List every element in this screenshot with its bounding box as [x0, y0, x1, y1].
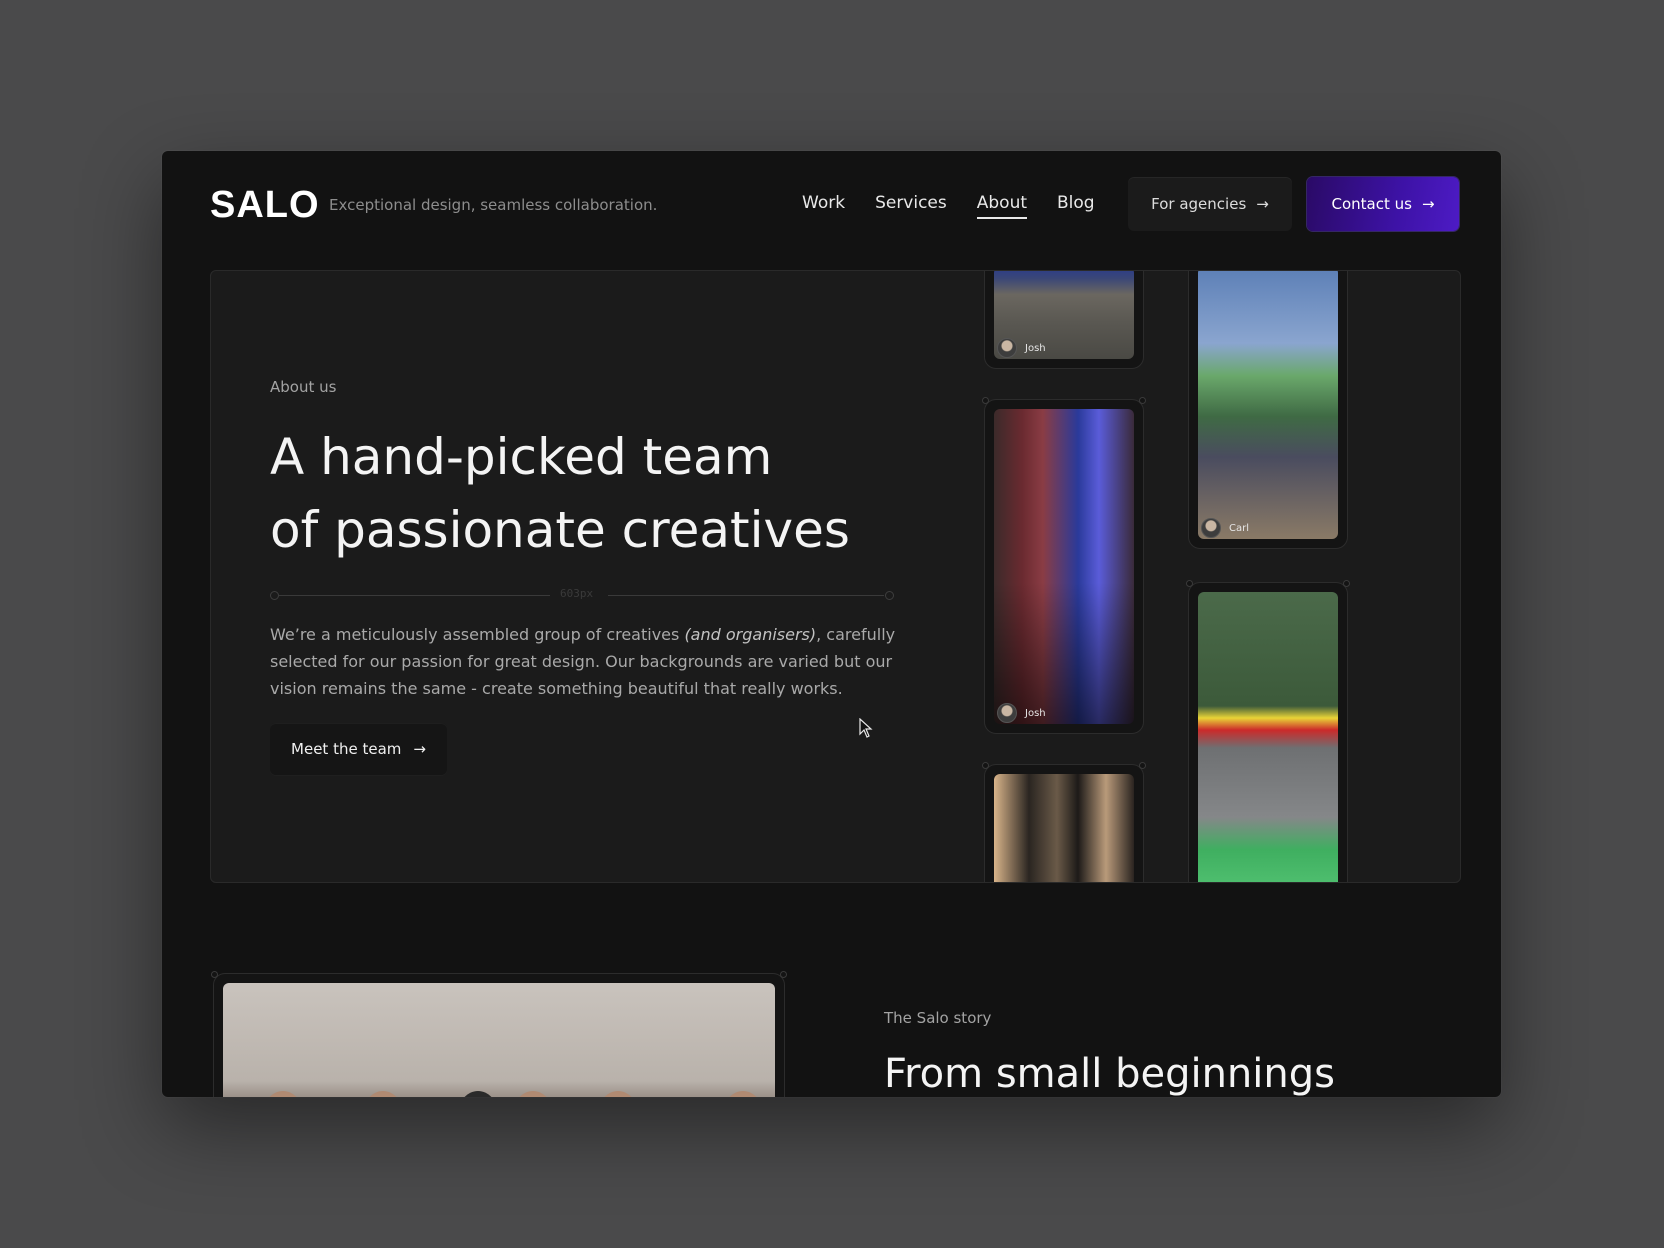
meet-the-team-button[interactable]: Meet the team → [270, 723, 447, 775]
nav-work[interactable]: Work [802, 193, 845, 219]
about-hero-card: About us A hand-picked team of passionat… [210, 270, 1461, 883]
width-ruler: 603px [270, 587, 894, 601]
photo-author-name: Carl [1229, 522, 1249, 534]
team-group-photo [223, 983, 775, 1097]
hero-title: A hand-picked team of passionate creativ… [270, 421, 910, 567]
team-group-photo-card [211, 971, 787, 1097]
main-nav: Work Services About Blog [802, 193, 1095, 219]
contact-us-label: Contact us [1331, 195, 1412, 213]
photo-caption: Carl [1201, 518, 1249, 538]
avatar [997, 338, 1017, 358]
for-agencies-button[interactable]: For agencies → [1128, 177, 1292, 231]
for-agencies-label: For agencies [1151, 195, 1247, 213]
team-photo-card[interactable] [982, 762, 1146, 882]
nav-about[interactable]: About [976, 193, 1028, 219]
team-photo-card[interactable]: Josh [982, 397, 1146, 734]
story-eyebrow: The Salo story [884, 1009, 992, 1027]
tagline: Exceptional design, seamless collaborati… [329, 196, 658, 214]
photo-caption: Josh [997, 338, 1046, 358]
team-photo [1198, 271, 1338, 539]
hero-description: We’re a meticulously assembled group of … [270, 621, 910, 702]
team-photo [994, 409, 1134, 724]
hero-description-emphasis: (and organisers) [684, 625, 817, 644]
contact-us-button[interactable]: Contact us → [1307, 177, 1459, 231]
arrow-right-icon: → [1256, 195, 1269, 213]
hero-description-text: We’re a meticulously assembled group of … [270, 625, 685, 644]
photo-author-name: Josh [1025, 707, 1046, 719]
story-title: From small beginnings [884, 1051, 1335, 1097]
mouse-cursor-icon [859, 718, 873, 738]
arrow-right-icon: → [1421, 195, 1435, 213]
nav-services[interactable]: Services [875, 193, 947, 219]
team-photo [1198, 592, 1338, 882]
team-photo-card[interactable]: Josh [984, 271, 1144, 369]
logo[interactable]: SALO [210, 184, 320, 227]
arrow-right-icon: → [413, 740, 426, 758]
avatar [997, 703, 1017, 723]
hero-title-line-2: of passionate creatives [270, 501, 850, 559]
hero-title-line-1: A hand-picked team [270, 428, 773, 486]
nav-blog[interactable]: Blog [1057, 193, 1095, 219]
avatar [1201, 518, 1221, 538]
browser-window: SALO Exceptional design, seamless collab… [162, 151, 1501, 1097]
meet-the-team-label: Meet the team [291, 740, 402, 758]
team-photo-card[interactable]: Carl [1188, 271, 1348, 549]
photo-author-name: Josh [1025, 342, 1046, 354]
about-eyebrow: About us [270, 378, 337, 396]
team-photo [994, 774, 1134, 882]
ruler-label: 603px [560, 587, 594, 600]
team-photo-card[interactable] [1186, 580, 1350, 882]
photo-caption: Josh [997, 703, 1046, 723]
